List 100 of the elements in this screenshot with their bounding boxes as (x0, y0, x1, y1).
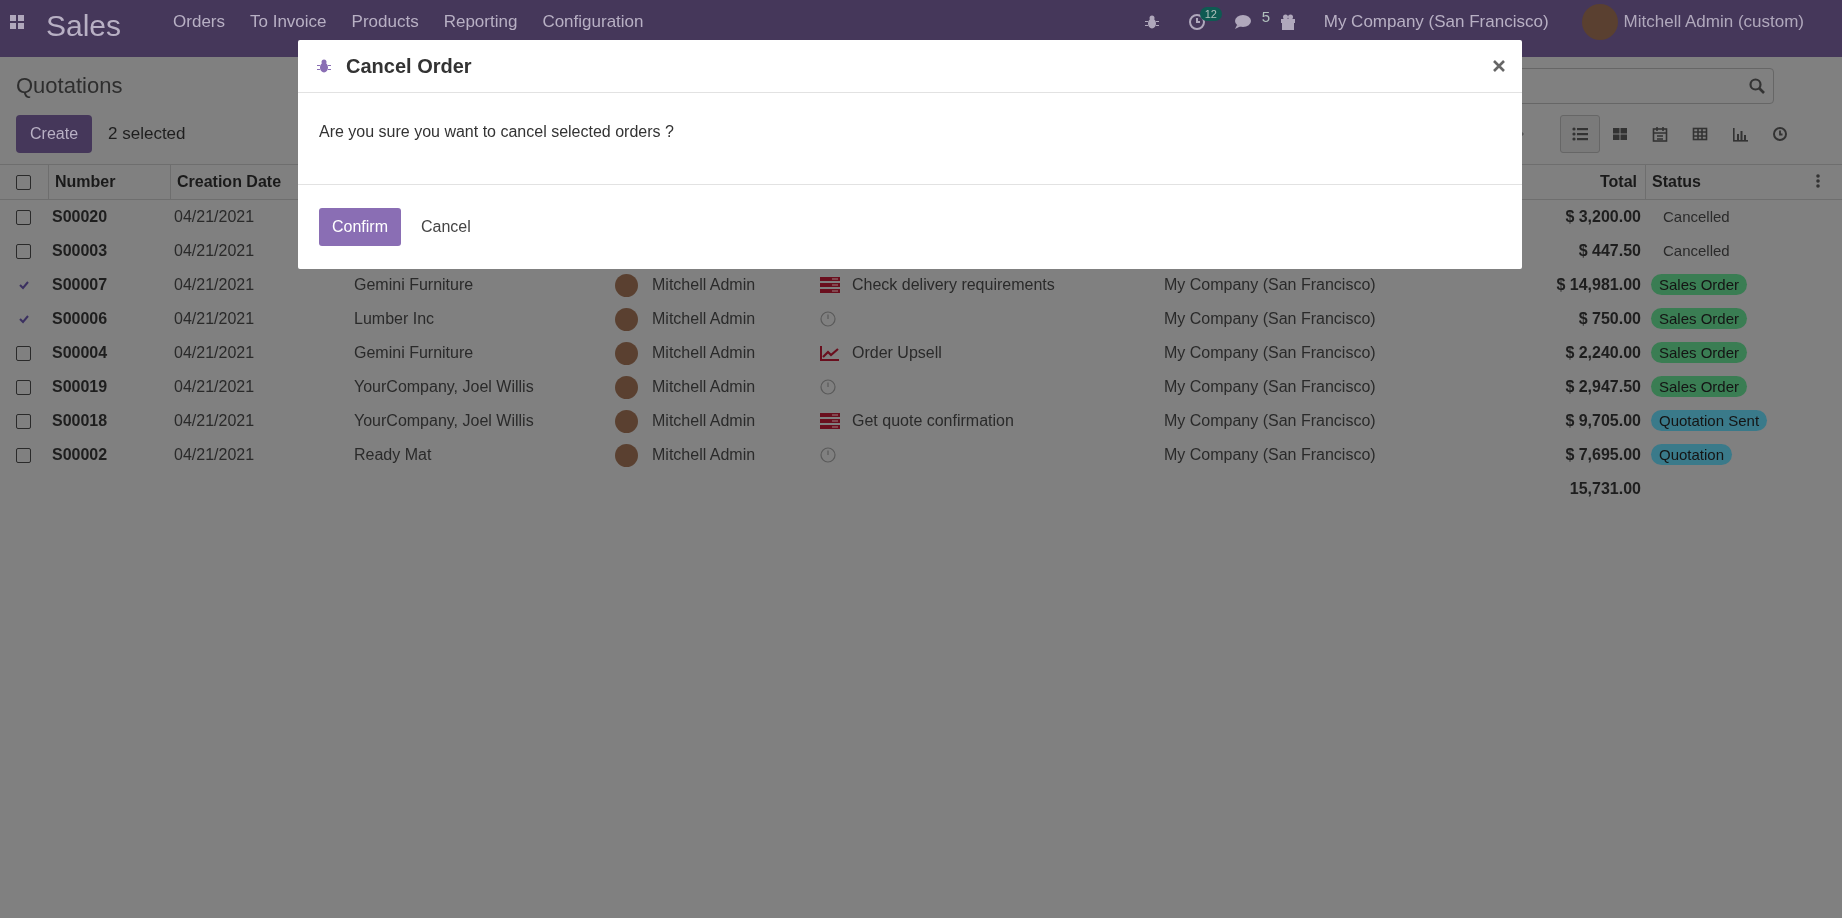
row-checkbox[interactable] (16, 447, 31, 463)
server-icon[interactable] (820, 277, 840, 293)
avatar (615, 341, 638, 365)
apps-menu-icon[interactable] (10, 14, 24, 29)
menu-item[interactable]: Orders (173, 11, 225, 32)
menu-item[interactable]: Reporting (443, 11, 518, 32)
create-button[interactable]: Create (16, 115, 93, 153)
activity-summary: Check delivery requirements (851, 276, 1055, 294)
table-view-icon (1692, 126, 1708, 142)
customer-name: Lumber Inc (353, 310, 435, 327)
list-view-icon (1572, 126, 1588, 142)
creation-date: 04/21/2021 (173, 276, 255, 293)
bar-chart-icon (1732, 126, 1748, 142)
avatar (615, 409, 638, 433)
customer-name: YourCompany, Joel Willis (353, 378, 534, 395)
order-total: $ 9,705.00 (1565, 412, 1641, 429)
list-view-button[interactable] (1560, 115, 1600, 153)
column-header[interactable]: Number (48, 165, 170, 199)
order-number: S00004 (51, 344, 108, 361)
line-chart-icon[interactable] (820, 345, 840, 361)
sum-total: 15,731.00 (1569, 480, 1641, 497)
row-checkbox[interactable] (16, 345, 31, 361)
company-name: My Company (San Francisco) (1163, 412, 1376, 429)
dialog-title: Cancel Order (346, 54, 472, 78)
company-name: My Company (San Francisco) (1163, 276, 1376, 293)
salesperson-name: Mitchell Admin (651, 310, 756, 328)
creation-date: 04/21/2021 (173, 378, 255, 395)
salesperson-name: Mitchell Admin (651, 446, 756, 464)
salesperson-name: Mitchell Admin (651, 344, 756, 362)
row-checkbox[interactable] (16, 209, 31, 225)
company-name: My Company (San Francisco) (1163, 310, 1376, 327)
cancel-button[interactable]: Cancel (407, 208, 485, 246)
activity-summary: Get quote confirmation (851, 412, 1014, 430)
activity-summary: Order Upsell (851, 344, 942, 362)
customer-name: YourCompany, Joel Willis (353, 412, 534, 429)
row-checkbox[interactable] (16, 243, 31, 259)
order-number: S00018 (51, 412, 108, 429)
search-icon[interactable] (1749, 77, 1765, 94)
clock-icon (1772, 126, 1788, 142)
bug-icon[interactable] (1143, 13, 1160, 30)
status-badge: Quotation Sent (1651, 410, 1768, 431)
checkmark-icon[interactable] (18, 280, 30, 290)
order-number: S00003 (51, 242, 108, 259)
menu-item[interactable]: Products (351, 11, 419, 32)
customer-name: Gemini Furniture (353, 276, 474, 293)
order-number: S00020 (51, 208, 108, 225)
status-badge: Sales Order (1651, 308, 1748, 329)
bug-icon (316, 58, 332, 74)
row-checkbox[interactable] (16, 379, 31, 395)
order-number: S00006 (51, 310, 108, 327)
selection-count: 2 selected (108, 124, 186, 144)
avatar (615, 273, 638, 297)
salesperson-name: Mitchell Admin (651, 412, 756, 430)
company-switcher[interactable]: My Company (San Francisco) (1323, 11, 1549, 32)
order-number: S00019 (51, 378, 108, 395)
user-menu[interactable]: Mitchell Admin (custom) (1623, 11, 1804, 32)
order-total: $ 447.50 (1578, 242, 1641, 259)
status-badge: Sales Order (1651, 376, 1748, 397)
message-count: 5 (1261, 7, 1271, 25)
avatar (615, 375, 638, 399)
order-total: $ 2,240.00 (1565, 344, 1641, 361)
order-total: $ 7,695.00 (1565, 446, 1641, 463)
company-name: My Company (San Francisco) (1163, 378, 1376, 395)
app-title: Sales (46, 8, 122, 43)
company-name: My Company (San Francisco) (1163, 344, 1376, 361)
status-label: Cancelled (1663, 242, 1730, 259)
order-total: $ 750.00 (1578, 310, 1641, 327)
creation-date: 04/21/2021 (173, 208, 255, 225)
close-button[interactable] (1492, 59, 1506, 73)
dialog-message: Are you sure you want to cancel selected orders ? (319, 123, 674, 140)
avatar (615, 443, 638, 467)
creation-date: 04/21/2021 (173, 446, 255, 463)
status-badge: Sales Order (1651, 274, 1748, 295)
server-icon[interactable] (820, 413, 840, 429)
select-all-checkbox[interactable] (16, 174, 31, 190)
menu-item[interactable]: To Invoice (250, 11, 327, 32)
gift-icon[interactable] (1279, 13, 1296, 30)
status-badge: Sales Order (1651, 342, 1748, 363)
customer-name: Ready Mat (353, 446, 432, 463)
confirm-button[interactable]: Confirm (319, 208, 401, 246)
creation-date: 04/21/2021 (173, 310, 255, 327)
creation-date: 04/21/2021 (173, 344, 255, 361)
page-title: Quotations (16, 72, 123, 99)
clock-icon[interactable] (1187, 12, 1206, 31)
chat-icon[interactable] (1233, 13, 1252, 30)
customer-name: Gemini Furniture (353, 344, 474, 361)
checkmark-icon[interactable] (18, 314, 30, 324)
status-badge: Quotation (1651, 444, 1733, 465)
calendar-view-icon (1652, 126, 1668, 142)
creation-date: 04/21/2021 (173, 242, 255, 259)
order-number: S00002 (51, 446, 108, 463)
column-options-icon[interactable] (1816, 174, 1820, 188)
order-number: S00007 (51, 276, 108, 293)
creation-date: 04/21/2021 (173, 412, 255, 429)
menu-item[interactable]: Configuration (542, 11, 644, 32)
row-checkbox[interactable] (16, 413, 31, 429)
order-total: $ 2,947.50 (1565, 378, 1641, 395)
kanban-view-icon (1612, 126, 1628, 142)
company-name: My Company (San Francisco) (1163, 446, 1376, 463)
salesperson-name: Mitchell Admin (651, 378, 756, 396)
